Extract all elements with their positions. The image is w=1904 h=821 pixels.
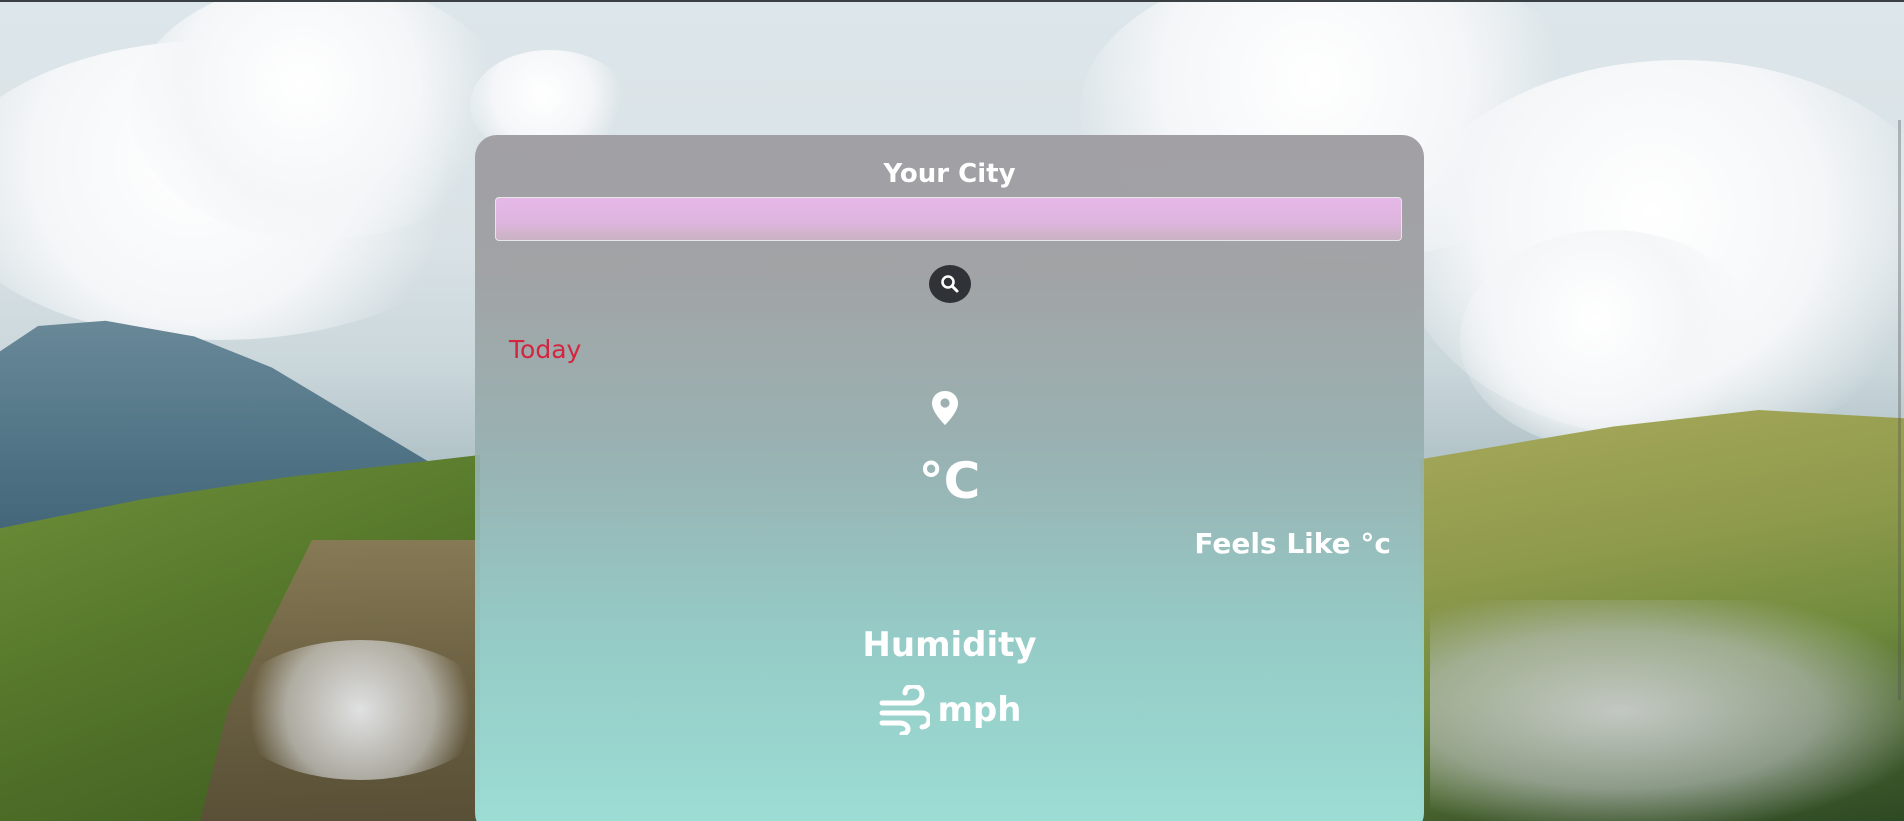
map-pin-icon: [932, 391, 958, 425]
search-icon: [941, 275, 959, 293]
city-label: Your City: [883, 159, 1016, 189]
scrollbar[interactable]: [1898, 120, 1901, 700]
city-search-input[interactable]: [495, 197, 1402, 241]
search-button[interactable]: [929, 265, 971, 303]
wind-unit: mph: [937, 690, 1022, 730]
temperature-value: °C: [918, 452, 981, 510]
wind-speed: mph: [475, 685, 1424, 735]
humidity-label: Humidity: [862, 625, 1037, 665]
wind-icon: [879, 685, 930, 735]
weather-card: Your City Today °C Feels Like °c Humidit…: [475, 135, 1424, 821]
feels-like-text: Feels Like °c: [1194, 527, 1391, 560]
today-label: Today: [509, 335, 582, 364]
window-top-border: [0, 0, 1904, 2]
